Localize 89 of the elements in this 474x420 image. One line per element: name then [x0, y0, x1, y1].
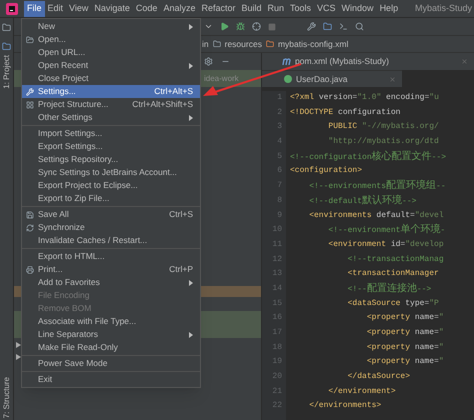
breadcrumb-item[interactable]: in: [202, 38, 209, 50]
code-line: <environments default="devel: [308, 210, 444, 222]
code-line: </environment>: [327, 386, 396, 398]
tab-label: pom.xml (Mybatis-Study): [295, 55, 389, 68]
menu-item-icon: [26, 224, 34, 232]
menu-bar-item[interactable]: Refactor: [198, 0, 238, 16]
code-line: <property name=": [366, 312, 444, 324]
code-line: <property name=": [366, 327, 444, 339]
menu-item[interactable]: Make File Read-Only: [22, 341, 200, 354]
wrench-icon[interactable]: [307, 22, 316, 31]
menu-item[interactable]: Power Save Mode: [22, 357, 200, 370]
menu-item[interactable]: Close Project: [22, 72, 200, 85]
code-line: <!--default默认环境-->: [308, 194, 416, 208]
menu-item[interactable]: Synchronize: [22, 221, 200, 234]
menu-bar-item[interactable]: View: [66, 0, 92, 16]
menu-item-icon: [26, 266, 34, 274]
menu-item[interactable]: Line Separators: [22, 328, 200, 341]
code-line: <transactionManager: [346, 268, 439, 280]
code-line: <!DOCTYPE configuration: [290, 106, 400, 119]
menu-item[interactable]: Export Project to Eclipse...: [22, 179, 200, 192]
menu-item[interactable]: Save All Ctrl+S: [22, 208, 200, 221]
menu-bar-item[interactable]: Analyze: [160, 0, 198, 16]
folder-icon[interactable]: [323, 22, 332, 31]
code-line: <!--configuration核心配置文件-->: [290, 150, 446, 164]
menu-item-icon: [26, 100, 34, 108]
menu-item[interactable]: Invalidate Caches / Restart...: [22, 234, 200, 247]
breadcrumb-item[interactable]: resources: [224, 38, 262, 50]
menu-item[interactable]: Sync Settings to JetBrains Account...: [22, 166, 200, 179]
structure-tool-tab[interactable]: 7: Structure: [0, 376, 12, 418]
breadcrumb-item[interactable]: mybatis-config.xml: [278, 38, 348, 50]
menu-item[interactable]: Open...: [22, 33, 200, 46]
editor-tab[interactable]: UserDao.java: [262, 70, 402, 87]
menu-bar-item[interactable]: Edit: [44, 0, 66, 16]
code-line: <dataSource type="P: [346, 298, 439, 310]
folder-icon[interactable]: [2, 42, 11, 51]
code-line: <!--transactionManag: [346, 254, 444, 266]
menu-item[interactable]: Add to Favorites: [22, 276, 200, 289]
menu-item-icon: [26, 210, 34, 218]
search-icon[interactable]: [355, 22, 364, 31]
menu-item-icon: [26, 36, 34, 44]
menu-bar-item[interactable]: Tools: [287, 0, 314, 16]
project-tool-tab[interactable]: 1: Project: [0, 55, 12, 89]
menu-item[interactable]: Export to HTML...: [22, 250, 200, 263]
menu-bar-item[interactable]: Build: [238, 0, 264, 16]
menu-item[interactable]: New: [22, 20, 200, 33]
code-line: <environment id="develop: [327, 238, 444, 251]
menu-bar-item[interactable]: Run: [264, 0, 288, 16]
menu-bar-item[interactable]: Code: [132, 0, 160, 16]
menu-item[interactable]: Settings Repository...: [22, 153, 200, 166]
menu-item[interactable]: Import Settings...: [22, 127, 200, 140]
menu-bar-item[interactable]: VCS: [314, 0, 339, 16]
folder-icon[interactable]: [2, 23, 11, 32]
code-line: <property name=": [366, 356, 444, 368]
code-line: PUBLIC "-//mybatis.org/: [327, 121, 439, 134]
menu-bar-item[interactable]: Help: [376, 0, 402, 16]
editor-tab[interactable]: pom.xml (Mybatis-Study): [262, 53, 474, 70]
code-line: <!--environments配置环境组--: [308, 179, 446, 194]
app-logo-icon: [6, 2, 18, 14]
menu-item[interactable]: Print... Ctrl+P: [22, 263, 200, 276]
menu-item[interactable]: Open URL...: [22, 46, 200, 59]
menu-item[interactable]: Project Structure... Ctrl+Alt+Shift+S: [22, 98, 200, 111]
tab-label: UserDao.java: [296, 72, 348, 86]
run-icon[interactable]: [220, 22, 229, 31]
menu-item[interactable]: Export to Zip File...: [22, 192, 200, 205]
menu-item[interactable]: Associate with File Type...: [22, 315, 200, 328]
code-line: </environments>: [308, 400, 382, 412]
code-line: <!--配置连接池-->: [346, 282, 432, 296]
menu-bar-item[interactable]: File: [24, 0, 45, 16]
menu-item[interactable]: Settings... Ctrl+Alt+S: [22, 85, 200, 98]
menu-bar-item[interactable]: Window: [338, 0, 377, 16]
gear-icon[interactable]: [204, 57, 213, 66]
menu-item[interactable]: Exit: [22, 373, 200, 386]
menu-bar-item[interactable]: Navigate: [91, 0, 133, 16]
code-line: <?xml version="1.0" encoding="u: [290, 92, 439, 104]
menu-item[interactable]: Export Settings...: [22, 140, 200, 153]
code-line: <configuration>: [290, 165, 362, 178]
code-line: "http://mybatis.org/dtd: [327, 136, 439, 148]
menu-item-icon: [26, 88, 34, 96]
dropdown-caret-icon[interactable]: [204, 22, 213, 31]
folder-icon: [266, 40, 274, 48]
folder-icon: [212, 40, 221, 48]
debug-icon[interactable]: [236, 22, 245, 31]
window-title: Mybatis-Study: [414, 2, 473, 15]
code-line: <property name=": [366, 342, 444, 354]
code-line: <!--environment单个环境-: [327, 223, 446, 238]
menu-item[interactable]: Open Recent: [22, 59, 200, 72]
code-line: </dataSource>: [346, 371, 410, 384]
menu-item[interactable]: Other Settings: [22, 111, 200, 124]
terminal-icon[interactable]: [339, 22, 348, 31]
